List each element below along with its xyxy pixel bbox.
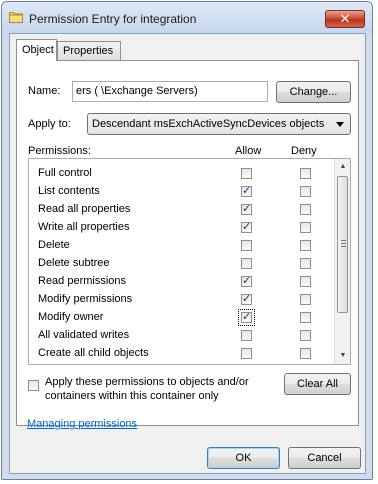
permissions-header: Permissions: bbox=[28, 145, 91, 157]
permission-row: Delete bbox=[29, 236, 350, 254]
apply-within-label-line1: Apply these permissions to objects and/o… bbox=[45, 376, 249, 388]
title-bar: Permission Entry for integration ✕ bbox=[2, 2, 372, 33]
scrollbar-thumb[interactable] bbox=[337, 176, 348, 313]
permission-row: All validated writes bbox=[29, 326, 350, 344]
deny-checkbox[interactable] bbox=[300, 258, 311, 269]
permission-name: Modify permissions bbox=[38, 293, 133, 305]
permission-name: Read all properties bbox=[38, 203, 131, 215]
permission-name: Read permissions bbox=[38, 275, 127, 287]
permission-row: Full control bbox=[29, 164, 350, 182]
deny-column-header: Deny bbox=[291, 145, 317, 157]
grip-line bbox=[341, 240, 346, 241]
deny-checkbox[interactable] bbox=[300, 222, 311, 233]
deny-checkbox[interactable] bbox=[300, 348, 311, 359]
permission-row: Create all child objects bbox=[29, 344, 350, 362]
permission-row: Delete all child objects bbox=[29, 362, 350, 364]
permission-row: Write all properties ✓ bbox=[29, 218, 350, 236]
permission-entry-dialog: Permission Entry for integration ✕ Objec… bbox=[1, 1, 373, 480]
permission-row: Delete subtree bbox=[29, 254, 350, 272]
tab-object[interactable]: Object bbox=[16, 39, 57, 61]
permission-name: Delete subtree bbox=[38, 257, 110, 269]
permission-row: Read permissions ✓ bbox=[29, 272, 350, 290]
allow-column-header: Allow bbox=[235, 145, 262, 157]
name-field: ers ( \Exchange Servers) bbox=[72, 81, 268, 102]
permission-name: Write all properties bbox=[38, 221, 130, 233]
managing-permissions-link[interactable]: Managing permissions bbox=[27, 418, 137, 430]
permission-name: Delete bbox=[38, 239, 70, 251]
deny-checkbox[interactable] bbox=[300, 276, 311, 287]
permissions-list[interactable]: Full control List contents ✓ Read all prope… bbox=[28, 158, 351, 365]
ok-button[interactable]: OK bbox=[207, 447, 280, 469]
deny-checkbox[interactable] bbox=[300, 204, 311, 215]
object-tab-panel: Name: ers ( \Exchange Servers) Change...… bbox=[16, 60, 359, 426]
allow-checkbox[interactable] bbox=[241, 168, 252, 179]
deny-checkbox[interactable] bbox=[300, 294, 311, 305]
grip-line bbox=[341, 246, 346, 247]
deny-checkbox[interactable] bbox=[300, 240, 311, 251]
apply-to-dropdown[interactable]: Descendant msExchActiveSyncDevices objec… bbox=[87, 113, 351, 135]
apply-to-value: Descendant msExchActiveSyncDevices objec… bbox=[92, 118, 325, 130]
deny-checkbox[interactable] bbox=[300, 330, 311, 341]
allow-checkbox[interactable] bbox=[241, 348, 252, 359]
window-title: Permission Entry for integration bbox=[29, 12, 197, 26]
apply-within-label-line2: containers within this container only bbox=[45, 390, 219, 402]
permission-row: List contents ✓ bbox=[29, 182, 350, 200]
permission-name: List contents bbox=[38, 185, 100, 197]
change-button[interactable]: Change... bbox=[276, 81, 351, 103]
allow-checkbox[interactable]: ✓ bbox=[241, 222, 252, 233]
permissions-scrollbar[interactable]: ▲ ▼ bbox=[334, 159, 350, 364]
allow-checkbox[interactable]: ✓ bbox=[238, 309, 255, 326]
allow-checkbox[interactable]: ✓ bbox=[241, 204, 252, 215]
dialog-client-area: Object Properties Name: ers ( \Exchange … bbox=[9, 33, 366, 474]
tab-properties[interactable]: Properties bbox=[57, 41, 121, 60]
permission-name: All validated writes bbox=[38, 329, 130, 341]
allow-checkbox[interactable] bbox=[241, 330, 252, 341]
allow-checkbox[interactable]: ✓ bbox=[241, 186, 252, 197]
clear-all-button[interactable]: Clear All bbox=[284, 373, 351, 395]
apply-to-label: Apply to: bbox=[28, 118, 71, 130]
permission-name: Create all child objects bbox=[38, 347, 149, 359]
scroll-up-arrow-icon[interactable]: ▲ bbox=[335, 159, 350, 175]
allow-checkbox[interactable]: ✓ bbox=[241, 294, 252, 305]
folder-icon bbox=[9, 12, 23, 23]
cancel-button[interactable]: Cancel bbox=[288, 447, 361, 469]
permission-row: Modify owner ✓ bbox=[29, 308, 350, 326]
permission-name: Modify owner bbox=[38, 311, 104, 323]
deny-checkbox[interactable] bbox=[300, 312, 311, 323]
close-button[interactable]: ✕ bbox=[325, 10, 365, 28]
allow-checkbox[interactable]: ✓ bbox=[241, 276, 252, 287]
allow-checkbox[interactable] bbox=[241, 258, 252, 269]
apply-within-checkbox[interactable] bbox=[28, 380, 39, 391]
name-label: Name: bbox=[28, 85, 61, 97]
deny-checkbox[interactable] bbox=[300, 168, 311, 179]
deny-checkbox[interactable] bbox=[300, 186, 311, 197]
permission-row: Read all properties ✓ bbox=[29, 200, 350, 218]
allow-checkbox[interactable] bbox=[241, 240, 252, 251]
dropdown-arrow-icon bbox=[336, 122, 344, 127]
permission-name: Full control bbox=[38, 167, 92, 179]
grip-line bbox=[341, 243, 346, 244]
permission-row: Modify permissions ✓ bbox=[29, 290, 350, 308]
scroll-down-arrow-icon[interactable]: ▼ bbox=[335, 348, 350, 364]
